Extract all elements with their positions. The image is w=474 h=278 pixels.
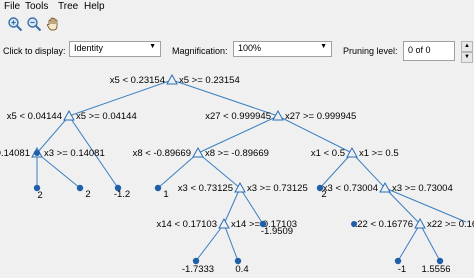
split-label-right: x3 >= 0.14081: [44, 148, 105, 159]
split-label-right: x27 >= 0.999945: [285, 111, 356, 122]
toolbar: [0, 13, 474, 39]
leaf-label: 1.5556: [421, 264, 450, 275]
pruning-level-value: 0 of 0: [408, 45, 431, 55]
split-node: [192, 146, 204, 158]
scroll-down-arrow-icon[interactable]: ▼: [461, 52, 473, 63]
leaf-label: -1.7333: [182, 264, 214, 275]
leaf-node: [76, 184, 84, 192]
menu-tree[interactable]: Tree: [58, 0, 78, 13]
split-node: [218, 217, 230, 229]
split-label-left: x22 < 0.16776: [353, 219, 413, 230]
menu-file[interactable]: File: [4, 0, 20, 13]
leaf-label: 0.4: [235, 264, 248, 275]
magnification-label: Magnification:: [172, 46, 228, 56]
split-node: [346, 146, 358, 158]
split-node: [63, 109, 75, 121]
click-to-display-value: Identity: [74, 43, 104, 53]
leaf-node: [154, 184, 162, 192]
decision-tree: x5 < 0.23154 x5 >= 0.23154 x5 < 0.04144 x5 …: [0, 73, 474, 275]
split-label-left: x1 < 0.5: [311, 148, 345, 159]
leaf-node: [34, 150, 40, 156]
leaf-label: 2: [85, 189, 90, 200]
split-label-right: x22 >= 0.16776: [427, 219, 474, 230]
split-label-left: x5 < 0.04144: [7, 111, 62, 122]
split-label-right: x5 >= 0.23154: [179, 75, 240, 86]
pruning-level-label: Pruning level:: [343, 46, 398, 56]
menu-help[interactable]: Help: [84, 0, 105, 13]
split-node: [272, 109, 284, 121]
split-label-right: x8 >= -0.89669: [205, 148, 269, 159]
split-label-right: x1 >= 0.5: [359, 148, 399, 159]
controls-panel: Click to display: Identity ▼ Magnificati…: [0, 38, 474, 68]
split-label-right: x5 >= 0.04144: [76, 111, 137, 122]
split-label-right: x3 >= 0.73125: [247, 183, 308, 194]
leaf-label: -1: [398, 264, 406, 275]
leaf-label: 2: [321, 189, 326, 200]
pan-hand-icon[interactable]: [45, 16, 61, 32]
chevron-down-icon: ▼: [149, 43, 156, 50]
pruning-level-field[interactable]: 0 of 0: [403, 41, 455, 61]
menu-bar: File Tools Tree Help: [0, 0, 474, 13]
split-label-left: x27 < 0.999945: [205, 111, 271, 122]
split-node: [234, 181, 246, 193]
split-label-right: x3 >= 0.73004: [392, 183, 453, 194]
split-label-left: x8 < -0.89669: [133, 148, 191, 159]
leaf-label: -1.9509: [261, 226, 293, 237]
split-label-left: x14 < 0.17103: [157, 219, 217, 230]
zoom-out-icon[interactable]: [26, 16, 42, 32]
menu-tools[interactable]: Tools: [25, 0, 48, 13]
split-label-left: x3 < 0.73125: [178, 183, 233, 194]
leaf-label: -1.2: [114, 189, 130, 200]
magnification-value: 100%: [238, 43, 262, 53]
magnification-dropdown[interactable]: 100% ▼: [233, 41, 332, 57]
tree-canvas: x5 < 0.23154 x5 >= 0.23154 x5 < 0.04144 x5 …: [0, 67, 474, 278]
chevron-down-icon: ▼: [320, 43, 327, 50]
zoom-in-icon[interactable]: [7, 16, 23, 32]
leaf-node: [351, 221, 357, 227]
scroll-up-arrow-icon[interactable]: ▲: [461, 41, 473, 52]
click-to-display-label: Click to display:: [3, 46, 66, 56]
split-label-left: x8 < 0.14081: [0, 148, 30, 159]
leaf-label: 2: [37, 190, 42, 201]
leaf-label: 1: [163, 189, 168, 200]
split-label-left: x3 < 0.73004: [323, 183, 378, 194]
click-to-display-dropdown[interactable]: Identity ▼: [69, 41, 161, 57]
split-label-left: x5 < 0.23154: [110, 75, 165, 86]
split-node: [166, 73, 178, 85]
